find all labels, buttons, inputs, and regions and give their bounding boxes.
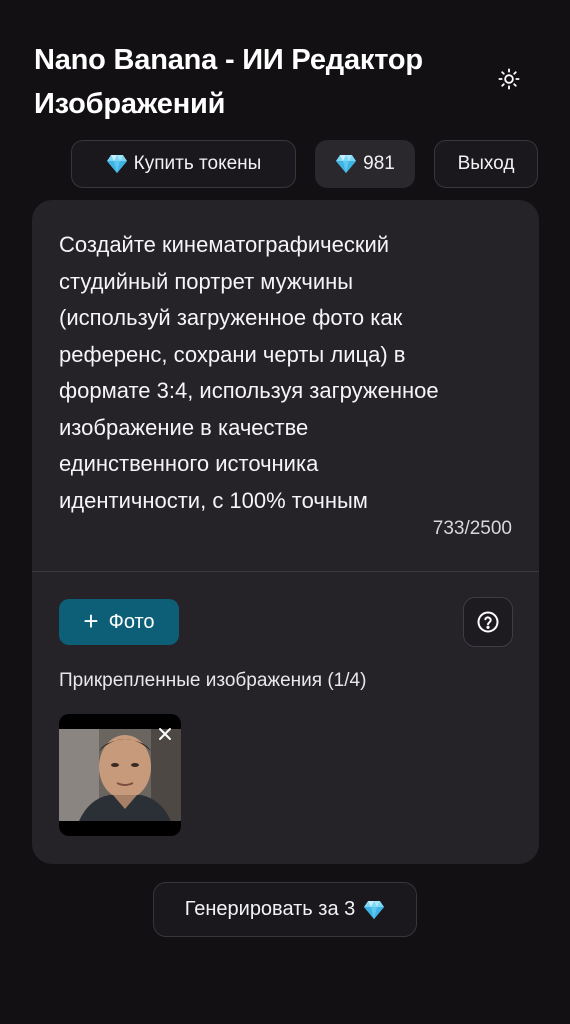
question-circle-icon xyxy=(477,611,499,633)
diamond-icon xyxy=(106,154,128,174)
logout-label: Выход xyxy=(457,153,515,174)
diamond-icon xyxy=(363,900,385,920)
char-counter: 733/2500 xyxy=(432,518,512,539)
generate-label: Генерировать за 3 xyxy=(184,898,356,920)
token-balance-value: 981 xyxy=(363,153,395,174)
add-photo-label: Фото xyxy=(108,610,155,633)
help-button[interactable] xyxy=(463,597,513,647)
generate-button[interactable]: Генерировать за 3 xyxy=(153,882,417,937)
buy-tokens-label: Купить токены xyxy=(133,153,262,174)
logout-button[interactable]: Выход xyxy=(434,140,538,188)
theme-toggle-button[interactable] xyxy=(492,62,526,96)
sun-icon xyxy=(498,68,520,90)
token-balance: 981 xyxy=(315,140,415,188)
editor-panel: Создайте кинематографический студийный п… xyxy=(32,200,539,864)
remove-image-button[interactable] xyxy=(153,722,177,746)
diamond-icon xyxy=(335,154,357,174)
close-icon xyxy=(159,728,171,740)
attached-images-label: Прикрепленные изображения (1/4) xyxy=(59,670,367,691)
divider xyxy=(32,571,539,572)
buy-tokens-button[interactable]: Купить токены xyxy=(71,140,296,188)
plus-icon: + xyxy=(83,606,99,636)
page-title: Nano Banana - ИИ Редактор Изображений xyxy=(34,44,423,120)
attached-image-thumbnail[interactable] xyxy=(59,714,181,836)
add-photo-button[interactable]: + Фото xyxy=(59,599,179,645)
prompt-input[interactable]: Создайте кинематографический студийный п… xyxy=(59,227,519,519)
